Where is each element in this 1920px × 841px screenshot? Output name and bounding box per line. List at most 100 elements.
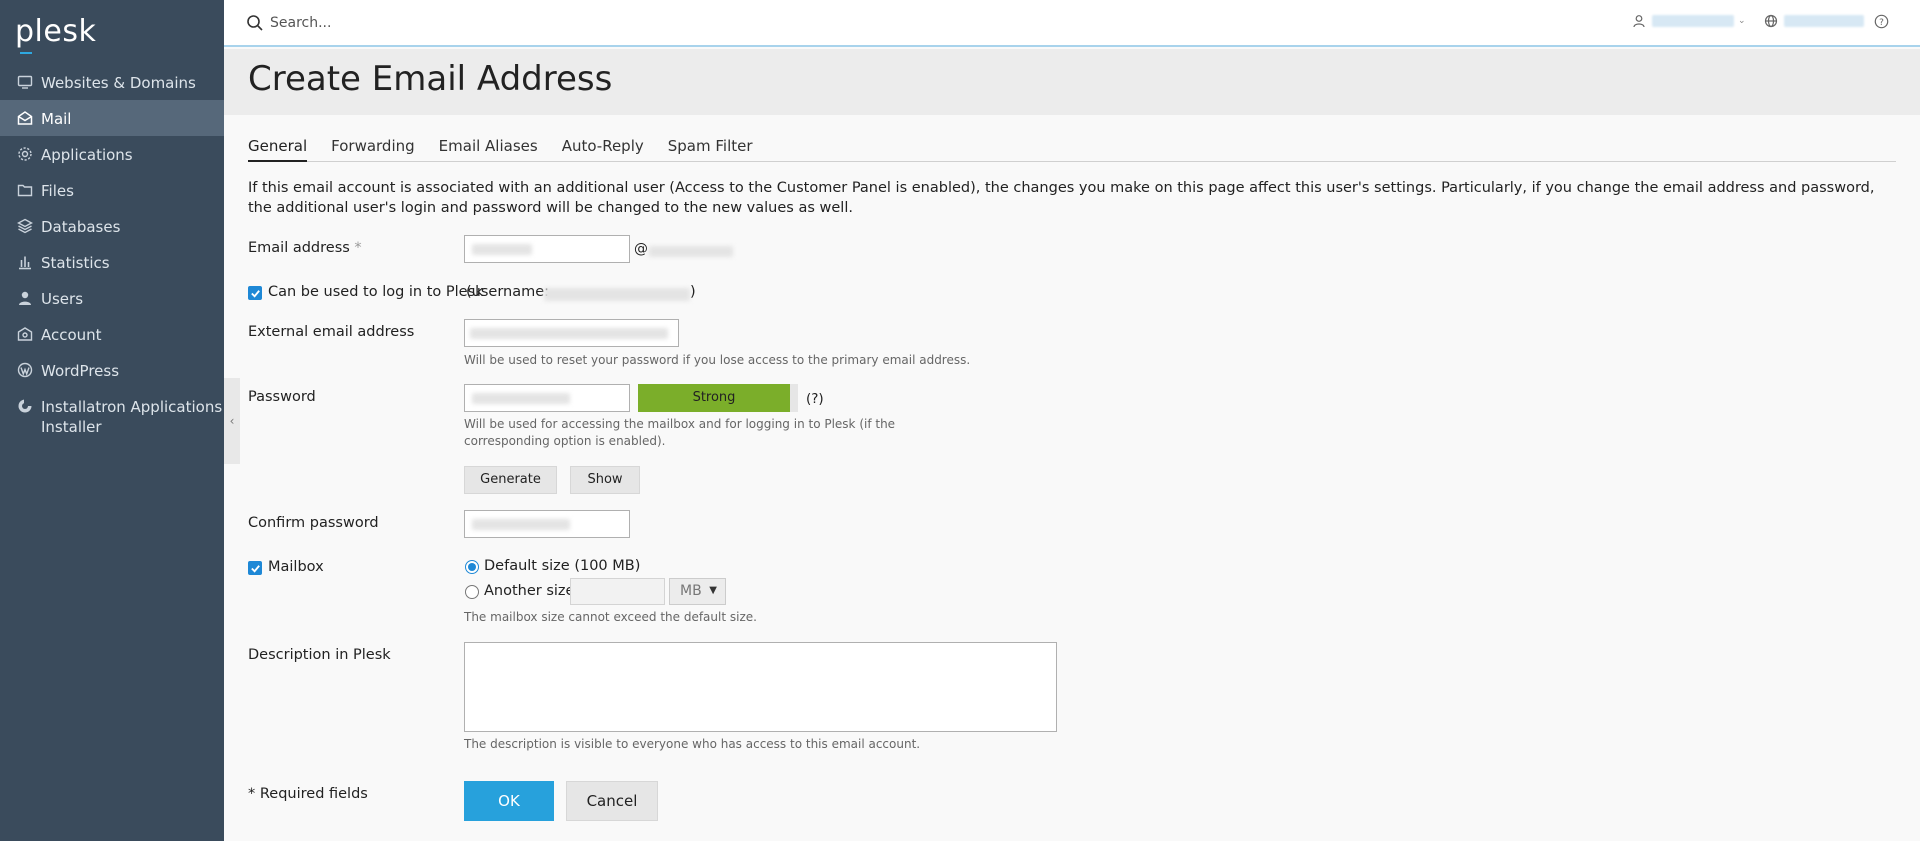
default-size-radio[interactable] (465, 560, 479, 574)
sidebar-item-label: Statistics (41, 254, 110, 272)
external-email-hint: Will be used to reset your password if y… (464, 353, 971, 367)
description-textarea[interactable] (464, 642, 1057, 732)
tab-spam-filter[interactable]: Spam Filter (668, 134, 753, 162)
domain-redacted (649, 246, 733, 257)
email-label-text: Email address (248, 240, 350, 256)
email-local-part-redacted (472, 244, 532, 255)
sidebar-item-wordpress[interactable]: WordPress (0, 352, 224, 388)
tab-forwarding[interactable]: Forwarding (331, 134, 415, 162)
search-input[interactable] (270, 11, 870, 35)
login-checkbox-label: Can be used to log in to Plesk (268, 284, 484, 300)
size-unit-value: MB (680, 583, 702, 599)
sidebar-item-label: Files (41, 182, 74, 200)
search-icon (247, 15, 263, 31)
sidebar-item-files[interactable]: Files (0, 172, 224, 208)
tab-bar: General Forwarding Email Aliases Auto-Re… (248, 134, 1896, 162)
subscription-redacted (1784, 15, 1864, 27)
sidebar-item-mail[interactable]: Mail (0, 100, 224, 136)
password-strength-help[interactable]: (?) (806, 391, 824, 407)
sidebar-item-label: Applications (41, 146, 133, 164)
show-password-button[interactable]: Show (570, 466, 640, 494)
page-title: Create Email Address (248, 59, 613, 99)
password-hint: Will be used for accessing the mailbox a… (464, 417, 896, 448)
user-icon (1633, 15, 1645, 28)
required-fields-note: * Required fields (248, 786, 368, 802)
tab-general[interactable]: General (248, 134, 308, 162)
sidebar-item-databases[interactable]: Databases (0, 208, 224, 244)
folder-icon (16, 181, 34, 199)
email-label: Email address * (248, 240, 362, 256)
envelope-icon (16, 109, 34, 127)
tab-auto-reply[interactable]: Auto-Reply (562, 134, 644, 162)
chevron-down-icon: ▼ (709, 585, 717, 596)
sidebar-item-statistics[interactable]: Statistics (0, 244, 224, 280)
svg-text:?: ? (1879, 18, 1884, 28)
gear-icon (16, 145, 34, 163)
sidebar-item-label: Users (41, 290, 84, 308)
username-redacted (1652, 15, 1734, 27)
password-strength-fill: Strong (638, 384, 790, 412)
page-header: Create Email Address (224, 49, 1920, 115)
login-checkbox[interactable] (248, 286, 262, 300)
mailbox-size-unit-select[interactable]: MB ▼ (669, 578, 726, 605)
sidebar-item-label: Account (41, 326, 102, 344)
chevron-left-icon: ‹ (229, 414, 235, 428)
plesk-logo[interactable]: plesk (15, 14, 97, 54)
user-icon (16, 289, 34, 307)
password-label: Password (248, 389, 316, 405)
subscription-menu[interactable] (1764, 14, 1864, 28)
another-size-label: Another size (484, 583, 575, 599)
sidebar-item-label: Databases (41, 218, 121, 236)
chevron-down-icon: ⌄ (1738, 16, 1746, 26)
username-suffix: ) (690, 284, 696, 300)
database-icon (16, 217, 34, 235)
generate-button[interactable]: Generate (464, 466, 557, 494)
description-hint: The description is visible to everyone w… (464, 737, 921, 751)
mailbox-hint: The mailbox size cannot exceed the defau… (464, 610, 757, 624)
username-prefix: (username: (466, 284, 550, 300)
sidebar-item-websites-domains[interactable]: Websites & Domains (0, 64, 224, 100)
logo-accent (20, 52, 32, 54)
topbar: ⌄ ? (224, 0, 1920, 47)
default-size-label: Default size (100 MB) (484, 558, 641, 574)
logo-text: plesk (15, 14, 97, 49)
help-icon: ? (1874, 14, 1889, 29)
globe-icon (1764, 14, 1778, 28)
bar-chart-icon (16, 253, 34, 271)
required-mark: * (354, 240, 362, 256)
confirm-password-label: Confirm password (248, 515, 379, 531)
at-sign: @ (634, 241, 648, 257)
account-icon (16, 325, 34, 343)
installatron-icon (16, 397, 34, 415)
description-label: Description in Plesk (248, 647, 391, 663)
sidebar-item-account[interactable]: Account (0, 316, 224, 352)
ok-button[interactable]: OK (464, 781, 554, 821)
sidebar-item-label: Installatron Applications Installer (41, 398, 223, 436)
user-menu[interactable]: ⌄ (1632, 14, 1746, 28)
password-redacted (472, 393, 570, 404)
sidebar-item-users[interactable]: Users (0, 280, 224, 316)
password-strength-meter: Strong (638, 384, 798, 412)
username-redacted (544, 288, 690, 301)
wordpress-icon (16, 361, 34, 379)
external-email-label: External email address (248, 324, 415, 340)
sidebar-nav: Websites & Domains Mail Applications Fil… (0, 64, 224, 446)
monitor-icon (16, 73, 34, 91)
mailbox-label: Mailbox (268, 559, 324, 575)
sidebar-item-applications[interactable]: Applications (0, 136, 224, 172)
info-text: If this email account is associated with… (248, 180, 1875, 216)
sidebar-item-label: Websites & Domains (41, 74, 196, 92)
cancel-button[interactable]: Cancel (566, 781, 658, 821)
sidebar-collapse-handle[interactable]: ‹ (224, 378, 240, 464)
confirm-password-redacted (472, 519, 570, 530)
help-button[interactable]: ? (1874, 14, 1889, 33)
sidebar: plesk Websites & Domains Mail Applicatio… (0, 0, 224, 841)
sidebar-item-label: WordPress (41, 362, 120, 380)
sidebar-item-installatron[interactable]: Installatron Applications Installer (0, 388, 224, 446)
external-email-redacted (470, 328, 668, 339)
tab-email-aliases[interactable]: Email Aliases (439, 134, 538, 162)
mailbox-checkbox[interactable] (248, 561, 262, 575)
another-size-radio[interactable] (465, 585, 479, 599)
mailbox-size-input[interactable] (570, 578, 665, 605)
sidebar-item-label: Mail (41, 110, 72, 128)
